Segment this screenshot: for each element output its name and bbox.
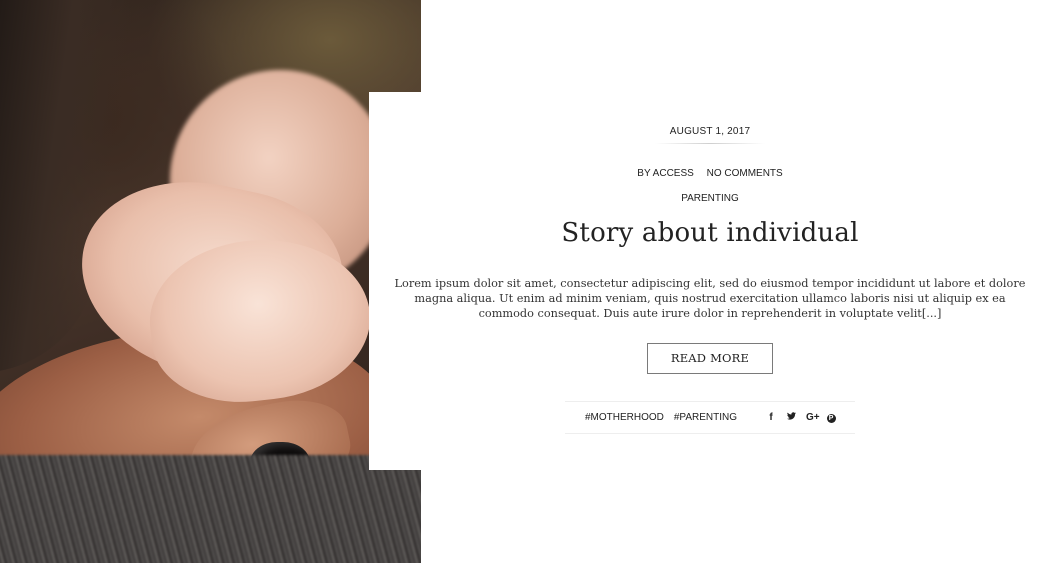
tag-motherhood[interactable]: #MOTHERHOOD [585,412,664,423]
post-category[interactable]: PARENTING [380,193,1040,204]
pinterest-icon[interactable]: P [826,412,836,423]
read-more-button[interactable]: READ MORE [647,343,773,374]
post-author[interactable]: BY ACCESS [637,168,694,179]
post-meta: BY ACCESS NO COMMENTS [380,168,1040,179]
post-content: AUGUST 1, 2017 BY ACCESS NO COMMENTS PAR… [380,120,1040,434]
date-divider [655,143,765,144]
fur-rug-shape [0,455,421,563]
post-excerpt: Lorem ipsum dolor sit amet, consectetur … [394,277,1026,320]
post-title[interactable]: Story about individual [380,218,1040,248]
post-featured-image[interactable] [0,0,421,563]
post-comments[interactable]: NO COMMENTS [707,168,783,179]
google-plus-icon[interactable]: G+ [806,412,820,423]
tag-parenting[interactable]: #PARENTING [674,412,737,423]
post-footer: #MOTHERHOOD #PARENTING f G+ P [565,401,855,434]
share-icons: f G+ P [766,412,836,423]
post-date[interactable]: AUGUST 1, 2017 [380,126,1040,137]
twitter-icon[interactable] [786,412,796,423]
facebook-icon[interactable]: f [766,412,776,423]
